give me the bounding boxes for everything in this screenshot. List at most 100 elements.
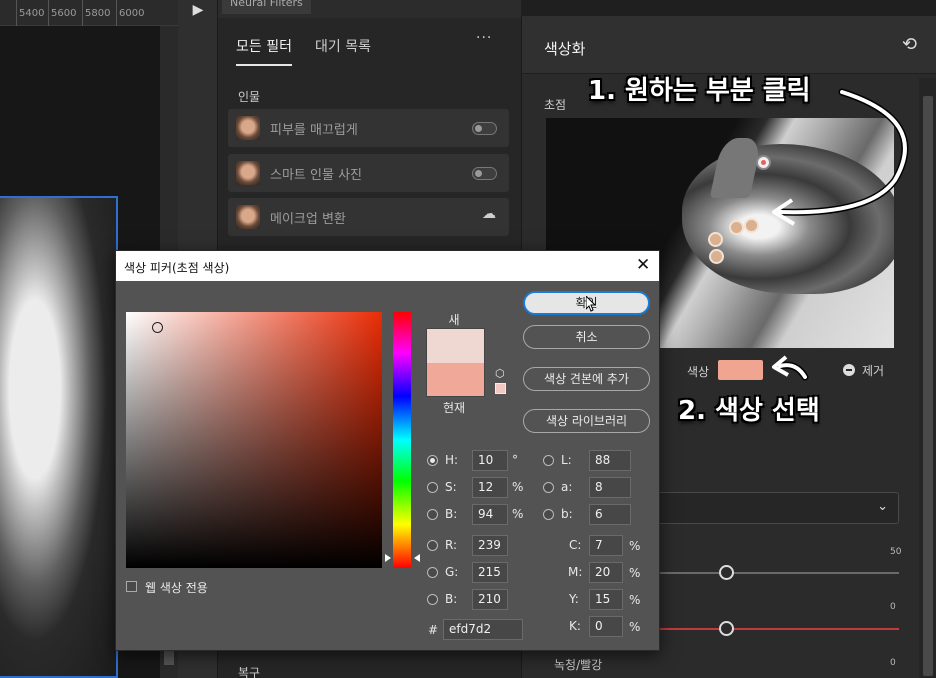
focus-point[interactable]	[744, 218, 759, 233]
radio-a[interactable]	[543, 482, 554, 493]
filter-toggle[interactable]	[472, 167, 497, 180]
dialog-titlebar[interactable]: 색상 피커(초점 색상) ✕	[116, 251, 659, 281]
filter-toggle[interactable]	[472, 122, 497, 135]
focus-point-selected[interactable]	[756, 155, 771, 170]
tab-all-filters[interactable]: 모든 필터	[236, 36, 292, 66]
colorize-scrollbar[interactable]	[919, 78, 936, 678]
new-color-swatch	[426, 328, 485, 363]
hex-field[interactable]: efd7d2	[443, 619, 523, 640]
slider-knob[interactable]	[719, 621, 734, 636]
scrollbar-thumb[interactable]	[164, 651, 174, 665]
filter-item-smart-portrait[interactable]: 스마트 인물 사진	[228, 154, 509, 192]
new-color-label: 새	[448, 313, 460, 327]
ruler-tick: 5400	[19, 8, 45, 19]
slider-value: 0	[890, 658, 896, 668]
web-colors-label: 웹 색상 전용	[145, 581, 208, 595]
hue-field[interactable]: 10	[472, 450, 508, 471]
filter-label: 스마트 인물 사진	[270, 168, 362, 183]
brightness-field[interactable]: 94	[472, 504, 508, 525]
brightness-label: B:	[445, 507, 458, 521]
lightness-field[interactable]: 88	[589, 450, 631, 471]
focus-label: 초점	[544, 98, 567, 112]
b-field[interactable]: 6	[589, 504, 631, 525]
radio-b[interactable]	[543, 509, 554, 520]
filter-thumbnail	[236, 161, 260, 185]
magenta-field[interactable]: 20	[589, 562, 623, 583]
b-label: b:	[561, 507, 573, 521]
black-label: K:	[569, 619, 581, 633]
saturation-field[interactable]: 12	[472, 477, 508, 498]
panel-title: 색상화	[544, 40, 586, 58]
current-color-swatch[interactable]	[426, 363, 485, 397]
hue-slider[interactable]	[393, 312, 411, 568]
saturation-brightness-field[interactable]	[126, 312, 382, 568]
cyan-field[interactable]: 7	[589, 535, 623, 556]
tab-wait-list[interactable]: 대기 목록	[315, 36, 371, 56]
cyan-unit: %	[629, 539, 641, 553]
play-icon[interactable]: ▶	[178, 0, 218, 22]
radio-green[interactable]	[427, 567, 438, 578]
a-field[interactable]: 8	[589, 477, 631, 498]
filter-thumbnail	[236, 116, 260, 140]
close-icon[interactable]: ✕	[636, 255, 650, 275]
colorize-dropdown[interactable]: ⌄	[657, 492, 899, 524]
black-field[interactable]: 0	[589, 616, 623, 637]
ruler-tick: 5800	[85, 8, 111, 19]
scrollbar-thumb[interactable]	[923, 96, 933, 676]
ruler-tick: 6000	[119, 8, 145, 19]
red-field[interactable]: 239	[472, 535, 508, 556]
slider-track[interactable]	[657, 628, 899, 630]
hue-unit: °	[512, 453, 518, 467]
remove-button-label[interactable]: 제거	[862, 362, 884, 379]
saturation-label: S:	[445, 480, 457, 494]
hue-slider-arrow[interactable]	[385, 554, 391, 562]
focus-color-swatch[interactable]	[718, 360, 763, 380]
slider-label-cyan-red: 녹청/빨강	[554, 658, 603, 672]
panel-tab-title[interactable]: Neural Filters	[222, 0, 311, 14]
focus-point[interactable]	[708, 232, 723, 247]
cancel-button[interactable]: 취소	[523, 325, 650, 349]
annotation-step1: 1. 원하는 부분 클릭	[588, 76, 811, 106]
filter-thumbnail	[236, 205, 260, 229]
cat-image	[682, 144, 894, 294]
undo-icon[interactable]: ⟲	[902, 34, 917, 55]
radio-brightness[interactable]	[427, 509, 438, 520]
section-heading-restore: 복구	[238, 666, 261, 678]
slider-value: 0	[890, 602, 896, 612]
radio-red[interactable]	[427, 540, 438, 551]
radio-blue[interactable]	[427, 594, 438, 605]
slider-knob[interactable]	[719, 565, 734, 580]
hue-slider-arrow[interactable]	[414, 554, 420, 562]
blue-label: B:	[445, 592, 458, 606]
cyan-label: C:	[569, 538, 582, 552]
filter-item-skin-smoothing[interactable]: 피부를 매끄럽게	[228, 109, 509, 147]
web-colors-checkbox[interactable]	[126, 581, 137, 592]
color-picker-dialog: 색상 피커(초점 색상) ✕ 웹 색상 전용 새 현재 ⬡ 확인 취소 색상 견…	[115, 250, 660, 651]
filter-item-makeup-transfer[interactable]: 메이크업 변환 ☁	[228, 198, 509, 236]
annotation-step2: 2. 색상 선택	[678, 396, 820, 426]
green-field[interactable]: 215	[472, 562, 508, 583]
remove-icon[interactable]	[843, 364, 855, 376]
more-icon[interactable]: ···	[476, 30, 492, 46]
blue-field[interactable]: 210	[472, 589, 508, 610]
cube-icon[interactable]: ⬡	[495, 367, 505, 380]
focus-point[interactable]	[729, 220, 744, 235]
filter-label: 피부를 매끄럽게	[270, 123, 358, 138]
slider-track[interactable]	[657, 572, 899, 574]
web-safe-swatch[interactable]	[495, 383, 506, 394]
color-cursor[interactable]	[152, 322, 163, 333]
color-libraries-button[interactable]: 색상 라이브러리	[523, 409, 650, 433]
red-label: R:	[445, 538, 458, 552]
ruler-tick: 5600	[51, 8, 77, 19]
radio-saturation[interactable]	[427, 482, 438, 493]
add-to-swatches-button[interactable]: 색상 견본에 추가	[523, 367, 650, 391]
colorize-titlebar: 색상화 ⟲	[522, 16, 936, 74]
magenta-unit: %	[629, 566, 641, 580]
cloud-download-icon[interactable]: ☁	[482, 206, 496, 222]
radio-lightness[interactable]	[543, 455, 554, 466]
radio-hue[interactable]	[427, 455, 438, 466]
a-label: a:	[561, 480, 573, 494]
focus-point[interactable]	[709, 249, 724, 264]
lightness-label: L:	[561, 453, 572, 467]
yellow-field[interactable]: 15	[589, 589, 623, 610]
